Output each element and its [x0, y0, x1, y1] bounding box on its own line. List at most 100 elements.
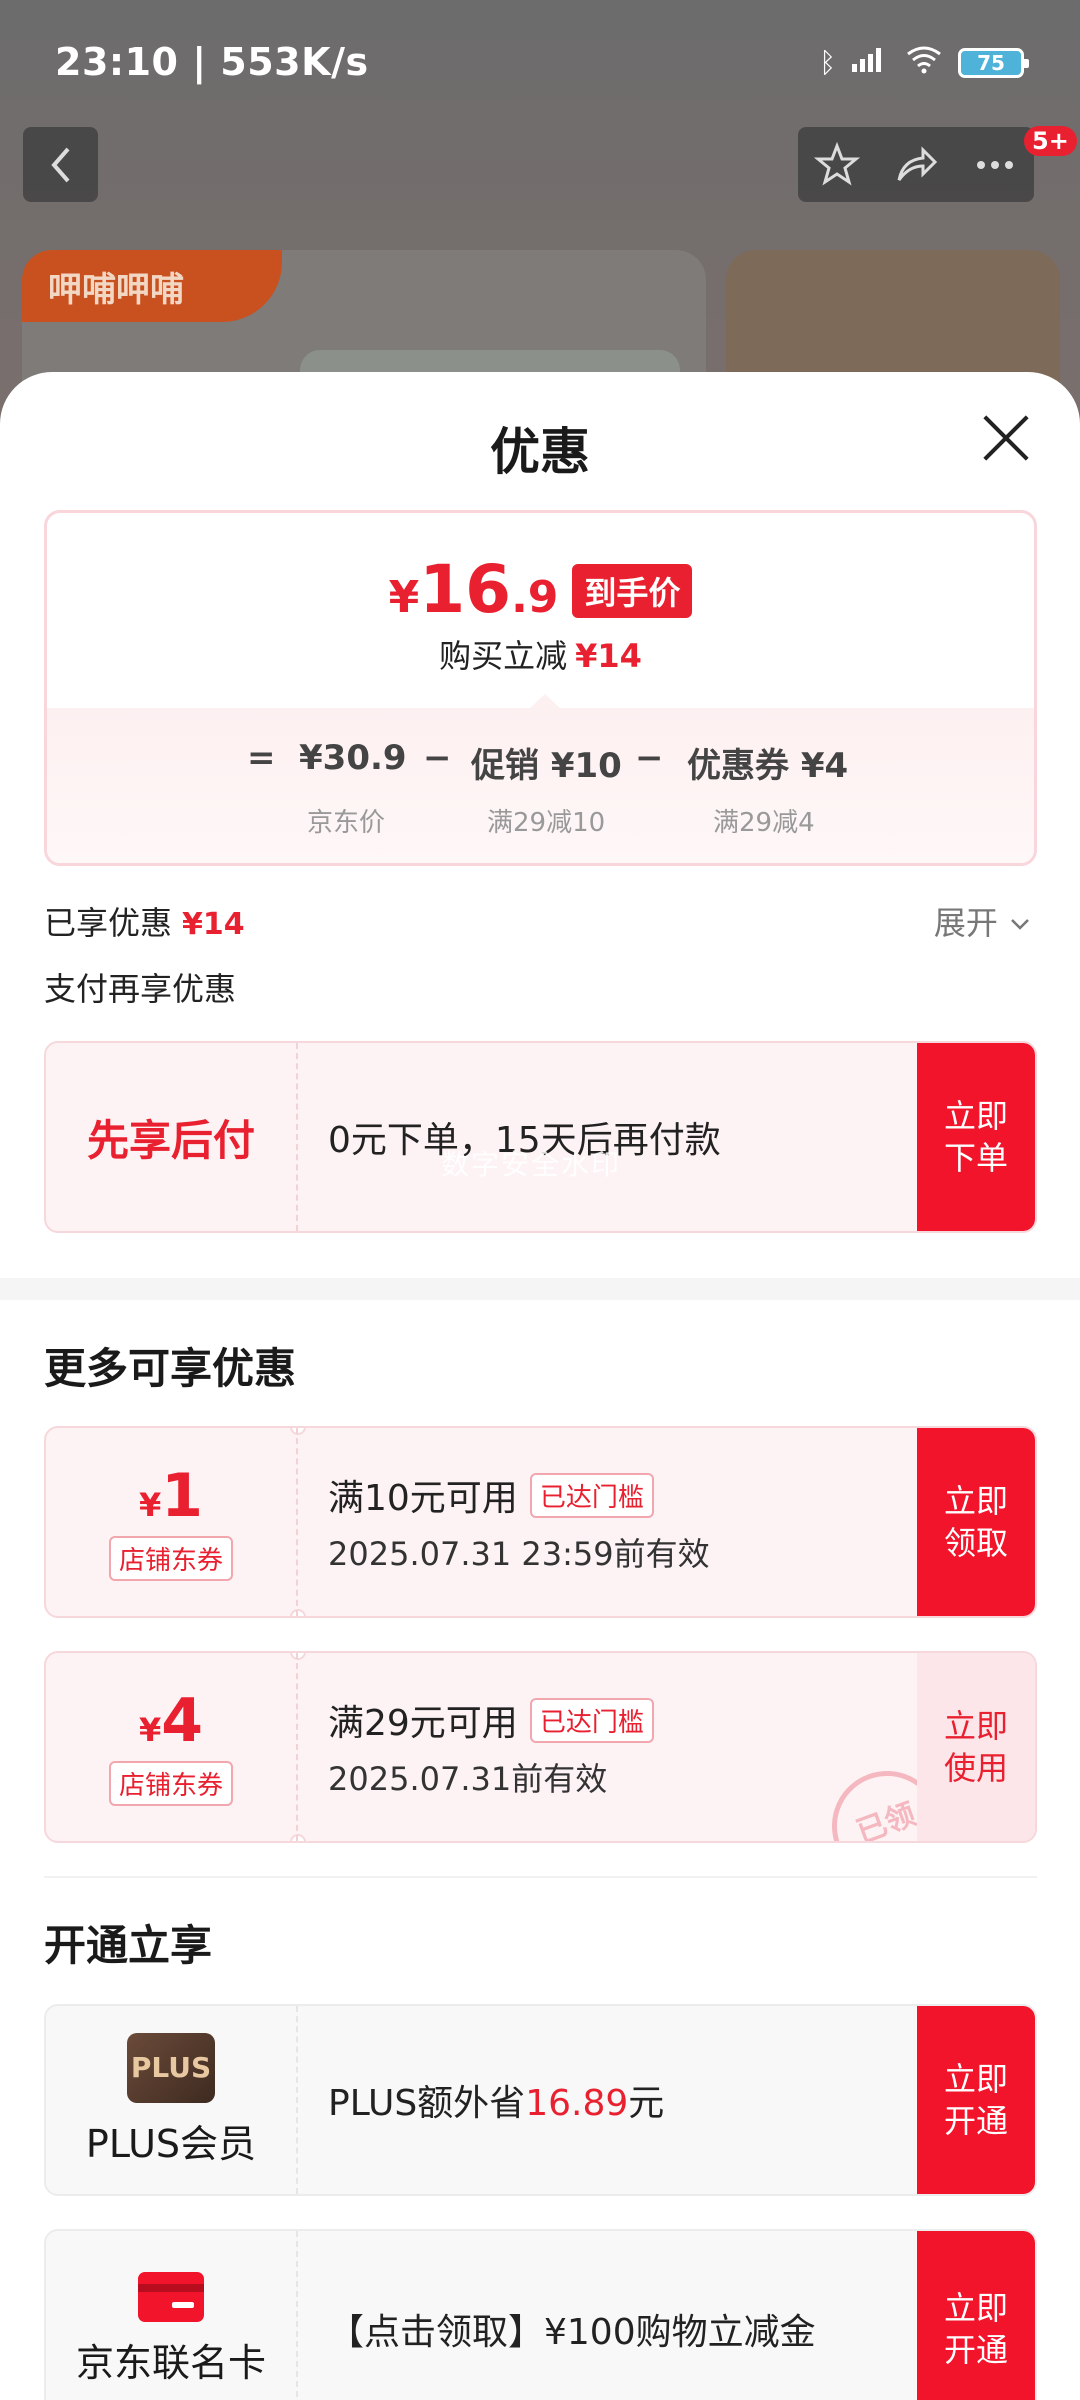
section-separator — [0, 1278, 1080, 1300]
status-bar: 23:10 | 553K/s ᛒ 75 — [0, 0, 1080, 126]
caret-pointer — [529, 694, 561, 709]
formula-minus: − — [635, 738, 664, 778]
threshold-reached-tag: 已达门槛 — [529, 1472, 654, 1518]
plus-text-prefix: PLUS额外省 — [328, 2083, 526, 2124]
membership-title: 开通立享 — [44, 1921, 213, 1970]
chevron-left-icon — [50, 147, 70, 182]
claim-coupon-button[interactable]: 立即 领取 — [917, 1428, 1035, 1616]
bnpl-title: 先享后付 — [86, 1115, 255, 1165]
plus-text-suffix: 元 — [628, 2083, 665, 2124]
bnpl-card[interactable]: 先享后付 0元下单，15天后再付款 数字安全水印 立即 下单 — [44, 1041, 1037, 1233]
open-jd-card-button[interactable]: 立即 开通 — [917, 2231, 1035, 2400]
applied-discount: 已享优惠 ¥14 — [44, 898, 245, 944]
discount-sheet: 优惠 ¥ 16 .9 到手价 购买立减 ¥14 = ¥30.9 京东价 − 促销 … — [0, 372, 1080, 2400]
final-price: ¥ 16 .9 到手价 — [47, 551, 1034, 628]
expand-label: 展开 — [933, 904, 998, 942]
shop-tag: 呷哺呷哺 — [22, 250, 282, 322]
coupon-label: 满29减4 — [713, 808, 815, 838]
cta-line: 立即 — [943, 1482, 1008, 1520]
jd-card-card[interactable]: 京东联名卡 【点击领取】¥100购物立减金 立即 开通 — [44, 2229, 1037, 2400]
cta-line: 立即 — [943, 2060, 1008, 2098]
cta-line: 立即 — [943, 2289, 1008, 2327]
plus-text: PLUS额外省16.89元 — [328, 2074, 664, 2126]
coupon-type-tag: 店铺东券 — [108, 1535, 233, 1581]
coupon-amount: ¥ 1 — [139, 1464, 203, 1528]
star-icon[interactable] — [814, 141, 861, 188]
close-icon[interactable] — [980, 412, 1032, 464]
status-time: 23:10 | 553K/s — [55, 40, 369, 84]
coupon-details: 满10元可用 已达门槛 2025.07.31 23:59前有效 — [328, 1428, 710, 1616]
bluetooth-icon: ᛒ — [819, 46, 836, 79]
more-icon[interactable] — [972, 142, 1018, 188]
credit-card-icon — [138, 2271, 204, 2322]
coupon-validity: 2025.07.31 23:59前有效 — [328, 1535, 710, 1573]
final-price-int: 16 — [419, 551, 512, 628]
coupon-left: ¥ 4 店铺东券 — [46, 1653, 298, 1841]
plus-saving-value: 16.89 — [525, 2083, 629, 2124]
threshold-reached-tag: 已达门槛 — [529, 1697, 654, 1743]
promo-label: 满29减10 — [487, 808, 606, 838]
pay-more-label: 支付再享优惠 — [44, 970, 237, 1008]
bnpl-middle: 0元下单，15天后再付款 — [328, 1043, 721, 1231]
more-discounts-title: 更多可享优惠 — [44, 1344, 297, 1393]
divider — [44, 1876, 1037, 1878]
final-price-dec: .9 — [511, 572, 559, 623]
security-watermark: 数字安全水印 — [441, 1148, 622, 1181]
cta-line: 开通 — [943, 2331, 1008, 2369]
plus-left: PLUS PLUS会员 — [46, 2006, 298, 2194]
cta-line: 立即 — [943, 1097, 1008, 1135]
price-breakdown-card: ¥ 16 .9 到手价 购买立减 ¥14 = ¥30.9 京东价 − 促销 ¥10… — [44, 510, 1037, 866]
chevron-down-icon — [1011, 919, 1029, 930]
coupon-amount: ¥ 4 — [139, 1689, 203, 1753]
coupon-card[interactable]: ¥ 1 店铺东券 满10元可用 已达门槛 2025.07.31 23:59前有效… — [44, 1426, 1037, 1618]
jd-card-text: 【点击领取】¥100购物立减金 — [328, 2312, 816, 2353]
coupon-value: 4 — [161, 1685, 203, 1756]
coupon-condition: 满29元可用 已达门槛 — [328, 1694, 654, 1746]
share-icon[interactable] — [893, 142, 939, 188]
coupon-left: ¥ 1 店铺东券 — [46, 1428, 298, 1616]
applied-value: ¥14 — [182, 907, 245, 942]
coupon-type-tag: 店铺东券 — [108, 1760, 233, 1806]
plus-details: PLUS额外省16.89元 — [328, 2006, 664, 2194]
bnpl-left: 先享后付 — [46, 1043, 298, 1231]
use-coupon-button[interactable]: 立即 使用 — [917, 1653, 1035, 1841]
applied-label: 已享优惠 — [44, 904, 173, 942]
currency-symbol: ¥ — [388, 572, 420, 623]
order-now-button[interactable]: 立即 下单 — [917, 1043, 1035, 1231]
plus-logo-icon: PLUS — [127, 2032, 215, 2103]
jd-card-name: 京东联名卡 — [75, 2340, 266, 2385]
reduce-label: 购买立减 — [439, 637, 568, 675]
coupon-currency: ¥ — [138, 1485, 162, 1524]
jd-price: ¥30.9 — [299, 738, 407, 778]
final-price-tag: 到手价 — [572, 564, 693, 618]
message-badge: 5+ — [1024, 126, 1077, 156]
coupon-condition-text: 满10元可用 — [328, 1478, 518, 1519]
coupon-card[interactable]: ¥ 4 店铺东券 满29元可用 已达门槛 2025.07.31前有效 已领 立即… — [44, 1651, 1037, 1843]
signal-icon — [850, 44, 890, 81]
battery-icon: 75 — [958, 47, 1029, 78]
expand-button[interactable]: 展开 — [934, 898, 1032, 944]
jd-card-left: 京东联名卡 — [46, 2231, 298, 2400]
status-icons: ᛒ 75 — [819, 44, 1029, 81]
formula-equals: = — [247, 738, 276, 778]
coupon-validity: 2025.07.31前有效 — [328, 1760, 608, 1798]
open-plus-button[interactable]: 立即 开通 — [917, 2006, 1035, 2194]
cta-line: 使用 — [943, 1749, 1008, 1787]
wifi-icon — [904, 44, 944, 81]
plus-member-card[interactable]: PLUS PLUS会员 PLUS额外省16.89元 立即 开通 — [44, 2004, 1037, 2196]
cta-line: 立即 — [943, 1707, 1008, 1745]
plus-name: PLUS会员 — [85, 2121, 257, 2166]
cta-line: 下单 — [943, 1139, 1008, 1177]
jd-price-label: 京东价 — [307, 808, 386, 838]
cta-line: 领取 — [943, 1524, 1008, 1562]
coupon-details: 满29元可用 已达门槛 2025.07.31前有效 — [328, 1653, 654, 1841]
sheet-title: 优惠 — [490, 423, 590, 481]
back-button[interactable] — [23, 127, 98, 202]
cta-line: 开通 — [943, 2102, 1008, 2140]
coupon-condition-text: 满29元可用 — [328, 1703, 518, 1744]
jd-card-details: 【点击领取】¥100购物立减金 — [328, 2231, 816, 2400]
coupon-discount: 优惠券 ¥4 — [687, 746, 849, 786]
coupon-value: 1 — [161, 1460, 203, 1531]
promo-discount: 促销 ¥10 — [471, 746, 622, 786]
coupon-currency: ¥ — [138, 1710, 162, 1749]
